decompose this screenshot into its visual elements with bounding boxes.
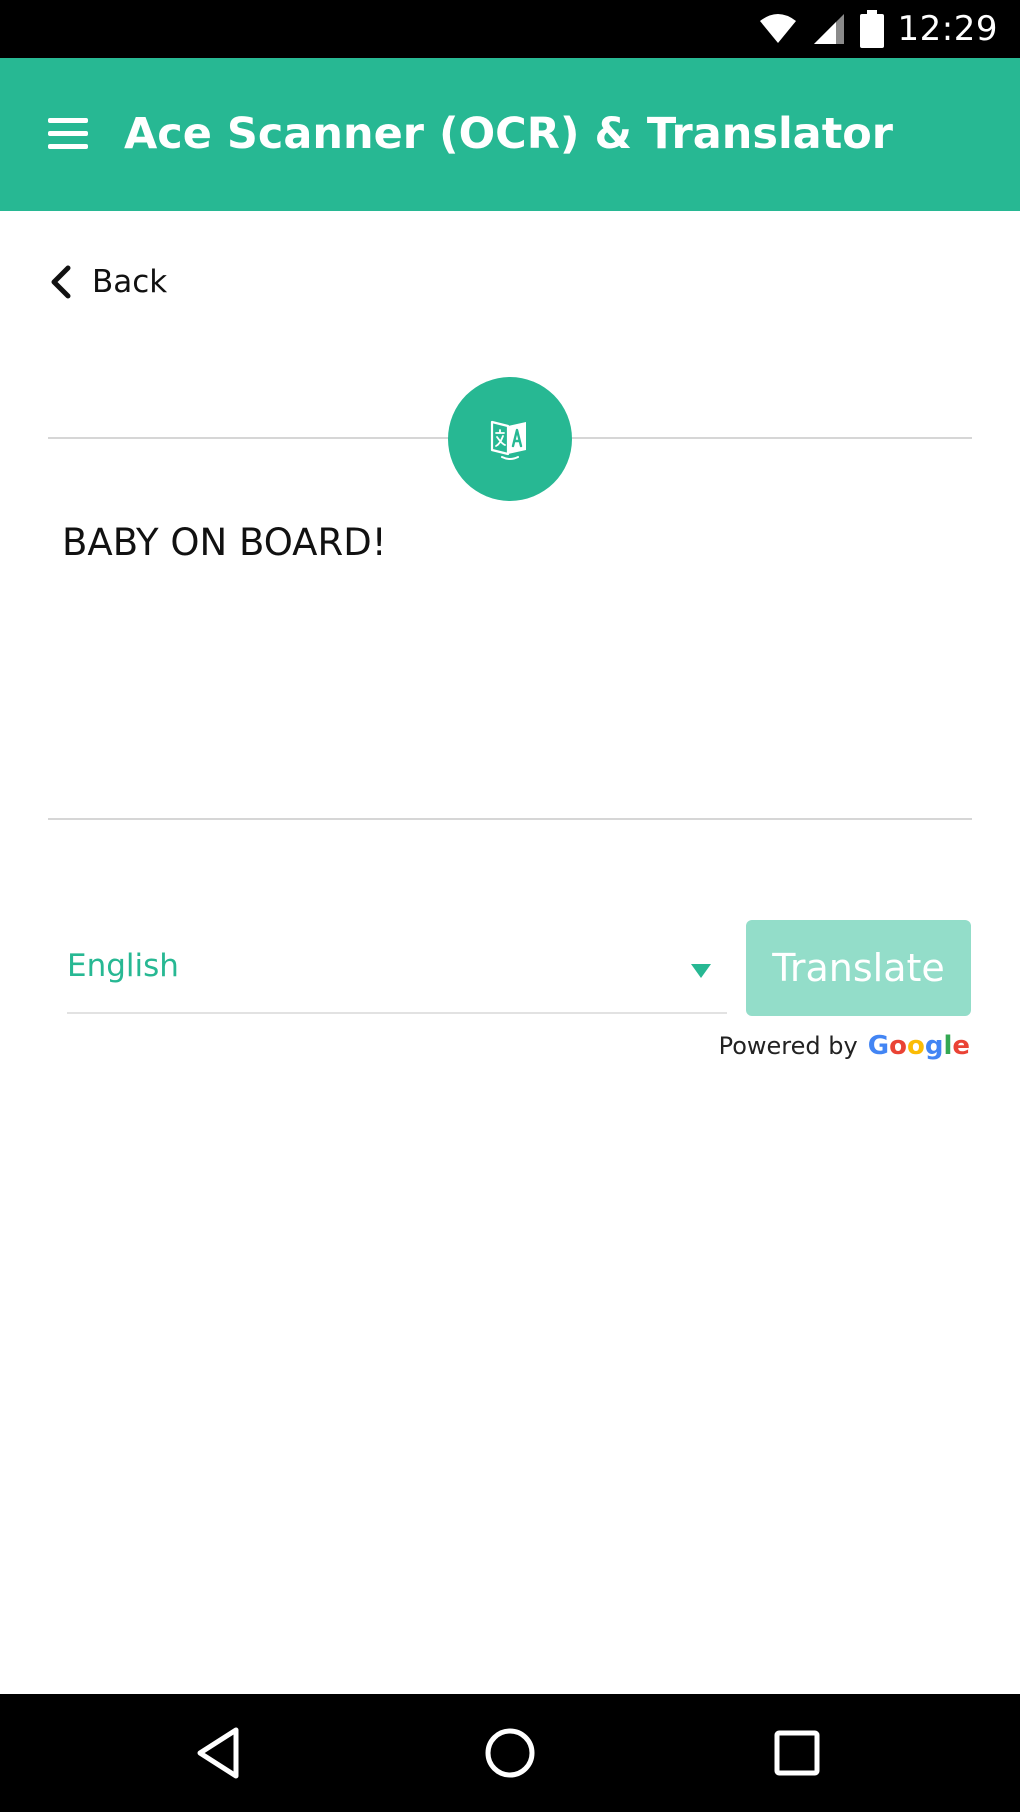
translate-button[interactable]: Translate — [746, 920, 971, 1016]
language-select[interactable]: English — [67, 938, 727, 1014]
app-screen: 12:29 Ace Scanner (OCR) & Translator Bac… — [0, 0, 1020, 1812]
chevron-left-icon — [51, 265, 71, 299]
nav-home-icon[interactable] — [479, 1722, 541, 1784]
nav-bar — [0, 1694, 1020, 1812]
back-label: Back — [92, 264, 168, 300]
app-title: Ace Scanner (OCR) & Translator — [124, 109, 894, 159]
language-selected-label: English — [67, 948, 179, 984]
app-bar: Ace Scanner (OCR) & Translator — [0, 58, 1020, 211]
powered-by-label: Powered by — [718, 1032, 858, 1060]
status-time: 12:29 — [897, 9, 998, 49]
text-area-bottom-divider — [48, 818, 972, 820]
google-logo: Google — [867, 1031, 970, 1061]
translate-badge — [448, 377, 572, 501]
translate-icon — [490, 420, 526, 460]
ocr-text-input[interactable]: BABY ON BOARD! — [62, 520, 958, 800]
status-bar: 12:29 — [0, 0, 1020, 58]
hamburger-menu-icon[interactable] — [48, 118, 88, 150]
cell-signal-icon — [813, 14, 844, 44]
status-icons: 12:29 — [758, 8, 998, 50]
powered-by-google: Powered by Google — [719, 1028, 970, 1064]
battery-icon — [859, 10, 884, 48]
nav-back-icon[interactable] — [190, 1722, 252, 1784]
dropdown-triangle-icon — [691, 964, 711, 978]
nav-recents-icon[interactable] — [766, 1722, 828, 1784]
back-button[interactable]: Back — [48, 258, 167, 306]
wifi-icon — [759, 14, 796, 43]
